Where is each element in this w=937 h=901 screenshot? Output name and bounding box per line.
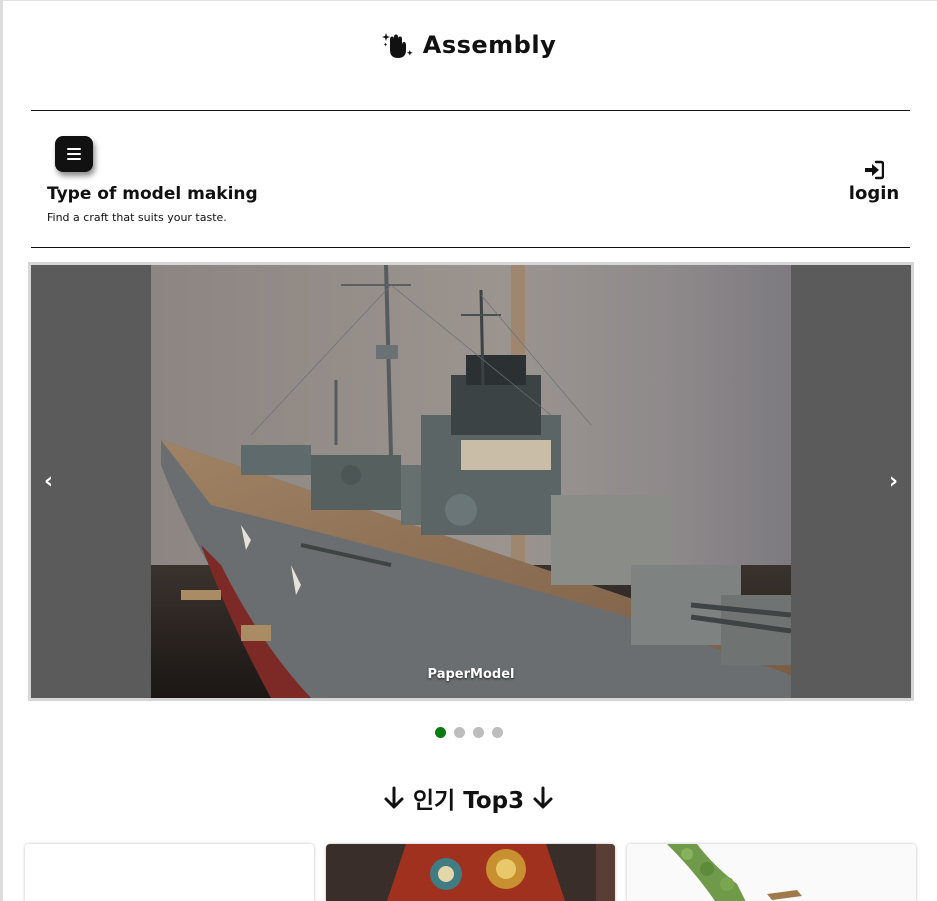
arrow-down-icon [384, 786, 404, 809]
header-divider [31, 110, 910, 111]
login-button[interactable]: login [846, 160, 902, 204]
carousel-dot[interactable] [473, 727, 484, 738]
carousel-indicators [435, 727, 503, 738]
menu-button[interactable] [55, 136, 93, 172]
top-border [0, 0, 937, 1]
section-title: Type of model making [47, 184, 258, 204]
subheader-divider [31, 247, 910, 248]
site-title: Assembly [422, 31, 557, 59]
carousel-next-button[interactable]: › [889, 471, 898, 493]
popular-title: 인기 Top3 [412, 788, 525, 814]
section-subtitle: Find a craft that suits your taste. [47, 211, 227, 224]
login-label: login [848, 183, 900, 204]
site-logo[interactable]: Assembly [0, 28, 937, 62]
ornate-red-model-photo [326, 844, 615, 901]
carousel-stage: PaperModel ‹ › [31, 265, 911, 698]
carousel-dot[interactable] [435, 727, 446, 738]
slide-caption: PaperModel [427, 667, 515, 682]
popular-card[interactable] [627, 844, 916, 901]
arrow-down-icon [533, 786, 553, 809]
green-tree-model-photo [627, 844, 916, 901]
popular-card[interactable] [326, 844, 615, 901]
battleship-paper-model-photo [151, 265, 791, 698]
carousel-prev-button[interactable]: ‹ [44, 471, 53, 493]
popular-card[interactable] [25, 844, 314, 901]
menu-icon [67, 148, 81, 160]
carousel-dot[interactable] [492, 727, 503, 738]
sign-in-icon [865, 160, 884, 180]
waving-hand-sparkle-icon [381, 33, 413, 58]
left-edge-rail [0, 0, 3, 901]
blank-white-image [25, 844, 314, 901]
image-carousel: PaperModel ‹ › [28, 262, 914, 701]
carousel-dot[interactable] [454, 727, 465, 738]
popular-heading: 인기 Top3 [0, 781, 937, 815]
